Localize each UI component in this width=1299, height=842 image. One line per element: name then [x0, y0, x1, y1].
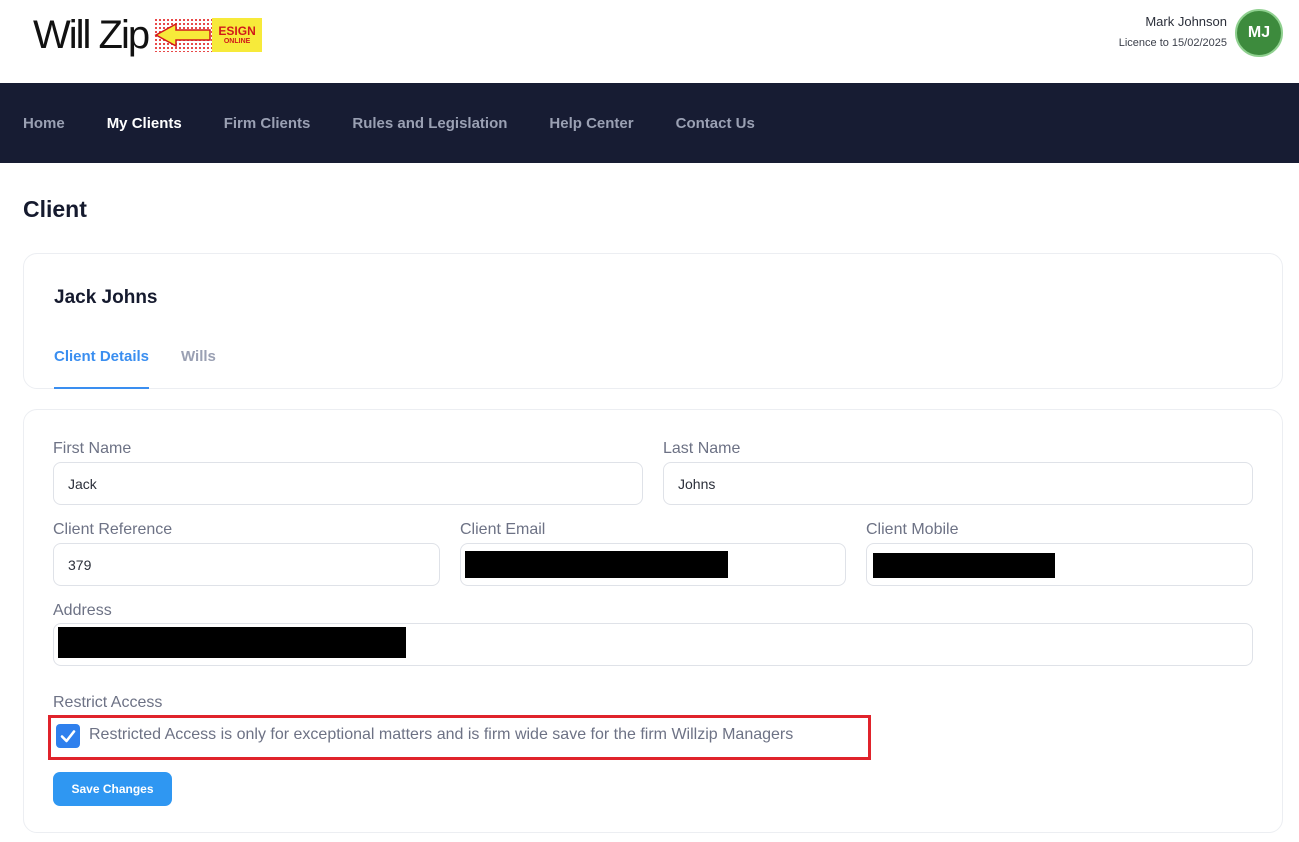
address-label: Address — [53, 602, 112, 619]
badge-line2: ONLINE — [223, 37, 251, 45]
restrict-access-checkbox[interactable] — [56, 724, 80, 748]
restrict-access-highlight: Restricted Access is only for exceptiona… — [48, 715, 871, 760]
client-reference-label: Client Reference — [53, 521, 173, 538]
page-title: Client — [23, 196, 87, 222]
restrict-access-label: Restrict Access — [53, 694, 163, 711]
esign-badge: ESIGN ONLINE — [212, 18, 263, 52]
first-name-field[interactable]: Jack — [53, 462, 643, 505]
nav-item-rules-and-legislation[interactable]: Rules and Legislation — [352, 115, 507, 132]
arrow-left-icon — [154, 18, 213, 52]
redaction-block — [58, 627, 406, 658]
licence-text: Licence to 15/02/2025 — [1118, 37, 1227, 49]
nav-item-home[interactable]: Home — [23, 115, 65, 132]
redaction-block — [873, 553, 1055, 578]
user-name: Mark Johnson — [1145, 14, 1227, 29]
badge-line1: ESIGN — [218, 23, 256, 38]
logo[interactable]: Will Zip ESIGN ONLINE — [33, 12, 263, 58]
nav-item-firm-clients[interactable]: Firm Clients — [224, 115, 311, 132]
client-email-field[interactable] — [460, 543, 846, 586]
main-nav: Home My Clients Firm Clients Rules and L… — [0, 83, 1299, 163]
first-name-label: First Name — [53, 440, 132, 457]
check-icon — [60, 730, 76, 743]
redaction-block — [465, 551, 728, 578]
tab-client-details[interactable]: Client Details — [54, 348, 150, 389]
tab-wills[interactable]: Wills — [181, 348, 216, 389]
address-field[interactable] — [53, 623, 1253, 666]
client-details-form: First Name Jack Last Name Johns Client R… — [23, 409, 1283, 833]
last-name-field[interactable]: Johns — [663, 462, 1253, 505]
avatar[interactable]: MJ — [1235, 9, 1283, 57]
nav-item-contact-us[interactable]: Contact Us — [676, 115, 755, 132]
client-reference-field[interactable]: 379 — [53, 543, 440, 586]
client-mobile-label: Client Mobile — [866, 521, 959, 538]
nav-item-my-clients[interactable]: My Clients — [107, 115, 182, 132]
last-name-label: Last Name — [663, 440, 741, 457]
save-changes-button[interactable]: Save Changes — [53, 772, 172, 806]
client-header-card: Jack Johns Client Details Wills — [23, 253, 1283, 389]
restrict-access-text: Restricted Access is only for exceptiona… — [89, 726, 794, 743]
client-email-label: Client Email — [460, 521, 546, 538]
client-tabs: Client Details Wills — [54, 348, 248, 389]
top-header: Will Zip ESIGN ONLINE Mark Johnson Licen… — [0, 0, 1299, 83]
client-mobile-field[interactable] — [866, 543, 1253, 586]
logo-text: Will Zip — [33, 13, 150, 57]
nav-item-help-center[interactable]: Help Center — [549, 115, 633, 132]
client-name: Jack Johns — [54, 287, 158, 308]
user-info: Mark Johnson Licence to 15/02/2025 — [1119, 14, 1227, 50]
